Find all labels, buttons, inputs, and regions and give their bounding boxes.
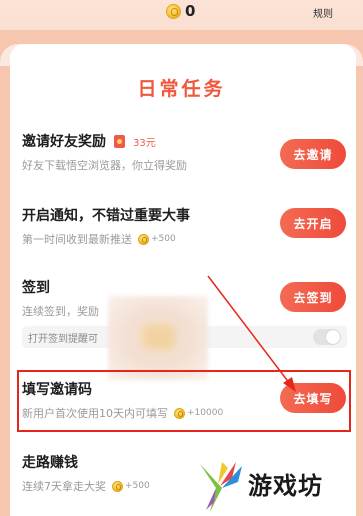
coin-icon [166, 3, 181, 19]
watermark-text: 游戏坊 [248, 472, 323, 500]
task-desc: 连续7天拿走大奖 [22, 480, 106, 493]
task-title: 开启通知，不错过重要大事 [22, 208, 190, 224]
reward-value: +500 [125, 481, 150, 491]
top-bar: 0 规则 [0, 0, 363, 30]
watermark-logo-icon [200, 462, 242, 512]
reminder-label: 打开签到提醒可 [28, 334, 98, 345]
reward-value: +500 [151, 234, 176, 244]
coin-icon [112, 480, 123, 492]
task-desc: 连续签到，奖励 [22, 305, 99, 318]
red-envelope-icon [114, 134, 125, 148]
coin-icon [138, 233, 149, 245]
annotation-highlight-box [17, 370, 351, 432]
blurred-region [108, 296, 208, 380]
cash-reward: 33元 [133, 137, 156, 149]
task-title: 走路赚钱 [22, 455, 78, 471]
task-title: 邀请好友奖励 [22, 134, 106, 150]
invite-button[interactable]: 去邀请 [280, 139, 346, 169]
balance-value: 0 [185, 2, 196, 20]
coin-reward: +500 [138, 233, 176, 245]
task-title: 签到 [22, 280, 50, 296]
sign-in-button[interactable]: 去签到 [280, 282, 346, 312]
rules-link[interactable]: 规则 [313, 5, 333, 20]
coin-reward: +500 [112, 480, 150, 492]
task-desc: 第一时间收到最新推送 [22, 233, 132, 246]
watermark: 游戏坊 [192, 458, 363, 516]
task-desc: 好友下载悟空浏览器，你立得奖励 [22, 159, 187, 172]
card-title: 日常任务 [137, 78, 226, 100]
reminder-toggle[interactable] [313, 329, 341, 345]
enable-notifications-button[interactable]: 去开启 [280, 208, 346, 238]
toggle-knob [326, 330, 340, 344]
coin-balance: 0 [166, 2, 195, 20]
